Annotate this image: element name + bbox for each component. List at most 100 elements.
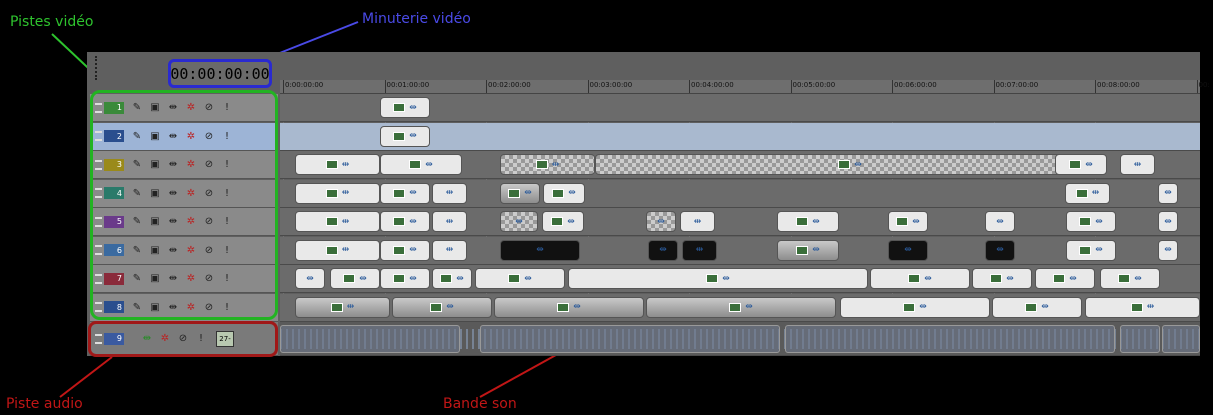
clip-fx-icon[interactable]	[1130, 302, 1143, 312]
video-clip[interactable]: ⇹	[777, 239, 839, 261]
clip-fx-icon[interactable]	[508, 274, 521, 283]
video-clip[interactable]: ⇹	[380, 211, 430, 232]
video-clip[interactable]: ⇹	[1158, 211, 1178, 232]
video-clip[interactable]: ⇹	[295, 239, 380, 261]
pan-crop-icon[interactable]: ⇹	[342, 160, 350, 170]
clip-fx-icon[interactable]	[1069, 160, 1082, 169]
video-clip[interactable]: ⇹	[595, 154, 1105, 175]
video-clip[interactable]: ⇹	[432, 182, 467, 204]
clip-fx-icon[interactable]	[990, 274, 1003, 283]
pan-crop-icon[interactable]: ⇹	[996, 217, 1004, 227]
pan-crop-icon[interactable]: ⇹	[409, 103, 417, 113]
video-clip[interactable]: ⇹	[543, 182, 585, 204]
video-clip[interactable]: ⇹	[1100, 268, 1160, 289]
video-clip[interactable]: ⇹	[680, 211, 715, 232]
clip-fx-icon[interactable]	[838, 160, 851, 169]
video-clip[interactable]: ⇹	[1035, 268, 1095, 289]
pan-crop-icon[interactable]: ⇹	[515, 217, 523, 227]
pan-crop-icon[interactable]: ⇹	[524, 188, 532, 198]
audio-clip[interactable]	[1162, 325, 1200, 353]
clip-fx-icon[interactable]	[535, 160, 548, 169]
pan-crop-icon[interactable]: ⇹	[567, 217, 575, 227]
pan-crop-icon[interactable]: ⇹	[1092, 188, 1100, 198]
video-clip[interactable]: ⇹	[972, 268, 1032, 289]
clip-fx-icon[interactable]	[409, 160, 422, 169]
clip-fx-icon[interactable]	[325, 245, 338, 255]
video-clip[interactable]: ⇹	[1158, 239, 1178, 261]
video-clip[interactable]: ⇹	[1065, 182, 1110, 204]
video-clip[interactable]: ⇹	[500, 211, 538, 232]
audio-clip[interactable]	[1120, 325, 1160, 353]
pan-crop-icon[interactable]: ⇹	[1095, 217, 1103, 227]
pan-crop-icon[interactable]: ⇹	[446, 217, 454, 227]
pan-crop-icon[interactable]: ⇹	[306, 274, 314, 284]
clip-fx-icon[interactable]	[908, 274, 921, 283]
pan-crop-icon[interactable]: ⇹	[568, 188, 576, 198]
pan-crop-icon[interactable]: ⇹	[996, 245, 1004, 255]
video-clip[interactable]: ⇹	[330, 268, 380, 289]
pan-crop-icon[interactable]: ⇹	[552, 160, 560, 170]
clip-fx-icon[interactable]	[1118, 274, 1131, 283]
pan-crop-icon[interactable]: ⇹	[573, 302, 581, 312]
audio-clip[interactable]	[785, 325, 1115, 353]
pan-crop-icon[interactable]: ⇹	[1069, 274, 1077, 284]
video-clip[interactable]: ⇹	[542, 211, 584, 232]
pan-crop-icon[interactable]: ⇹	[1134, 274, 1142, 284]
video-clip[interactable]: ⇹	[1158, 182, 1178, 204]
video-clip[interactable]: ⇹	[870, 268, 970, 289]
video-track-lane[interactable]: ⇹ ⇹ ⇹ ⇹ ⇹ ⇹ ⇹	[280, 179, 1200, 208]
clip-fx-icon[interactable]	[440, 274, 453, 283]
video-clip[interactable]: ⇹	[985, 211, 1015, 232]
video-clip[interactable]: ⇹	[295, 211, 380, 232]
video-clip[interactable]: ⇹	[1120, 154, 1155, 175]
clip-fx-icon[interactable]	[706, 274, 719, 283]
pan-crop-icon[interactable]: ⇹	[342, 217, 350, 227]
clip-fx-icon[interactable]	[393, 245, 406, 255]
audio-track-lane[interactable]	[280, 322, 1200, 356]
clip-fx-icon[interactable]	[796, 217, 809, 226]
clip-fx-icon[interactable]	[1053, 274, 1066, 283]
video-track-lane[interactable]: ⇹ ⇹ ⇹ ⇹ ⇹ ⇹ ⇹	[280, 293, 1200, 322]
video-clip[interactable]: ⇹	[380, 125, 430, 147]
pan-crop-icon[interactable]: ⇹	[1147, 302, 1155, 312]
pan-crop-icon[interactable]: ⇹	[812, 245, 820, 255]
video-clip[interactable]: ⇹	[568, 268, 868, 289]
clip-fx-icon[interactable]	[393, 131, 406, 141]
video-clip[interactable]: ⇹	[432, 268, 472, 289]
audio-clip[interactable]	[480, 325, 780, 353]
video-clip[interactable]: ⇹	[888, 211, 928, 232]
clip-fx-icon[interactable]	[729, 302, 742, 312]
pan-crop-icon[interactable]: ⇹	[342, 245, 350, 255]
pan-crop-icon[interactable]: ⇹	[359, 274, 367, 284]
pan-crop-icon[interactable]: ⇹	[924, 274, 932, 284]
toolbar-grip[interactable]	[95, 56, 99, 80]
pan-crop-icon[interactable]: ⇹	[854, 160, 862, 170]
clip-fx-icon[interactable]	[393, 188, 406, 198]
pan-crop-icon[interactable]: ⇹	[409, 217, 417, 227]
pan-crop-icon[interactable]: ⇹	[409, 188, 417, 198]
time-ruler[interactable]: 0:00:00:00 00:01:00:00 00:02:00:00 00:03:00…	[280, 80, 1210, 94]
video-clip[interactable]: ⇹	[500, 239, 580, 261]
pan-crop-icon[interactable]: ⇹	[524, 274, 532, 284]
clip-fx-icon[interactable]	[393, 217, 406, 226]
clip-fx-icon[interactable]	[1079, 217, 1092, 226]
pan-crop-icon[interactable]: ⇹	[342, 188, 350, 198]
video-clip[interactable]: ⇹	[380, 97, 430, 118]
pan-crop-icon[interactable]: ⇹	[347, 302, 355, 312]
video-clip[interactable]: ⇹	[1066, 239, 1116, 261]
video-clip[interactable]: ⇹	[888, 239, 928, 261]
video-clip[interactable]: ⇹	[494, 296, 644, 318]
video-clip[interactable]: ⇹	[648, 239, 678, 261]
clip-fx-icon[interactable]	[1075, 188, 1088, 198]
pan-crop-icon[interactable]: ⇹	[446, 188, 454, 198]
pan-crop-icon[interactable]: ⇹	[722, 274, 730, 284]
video-clip[interactable]: ⇹	[1085, 296, 1200, 318]
audio-clip[interactable]	[280, 325, 460, 353]
video-clip[interactable]: ⇹	[1055, 154, 1107, 175]
video-clip[interactable]: ⇹	[432, 211, 467, 232]
pan-crop-icon[interactable]: ⇹	[1041, 302, 1049, 312]
video-clip[interactable]: ⇹	[646, 296, 836, 318]
pan-crop-icon[interactable]: ⇹	[446, 245, 454, 255]
pan-crop-icon[interactable]: ⇹	[536, 245, 544, 255]
pan-crop-icon[interactable]: ⇹	[812, 217, 820, 227]
